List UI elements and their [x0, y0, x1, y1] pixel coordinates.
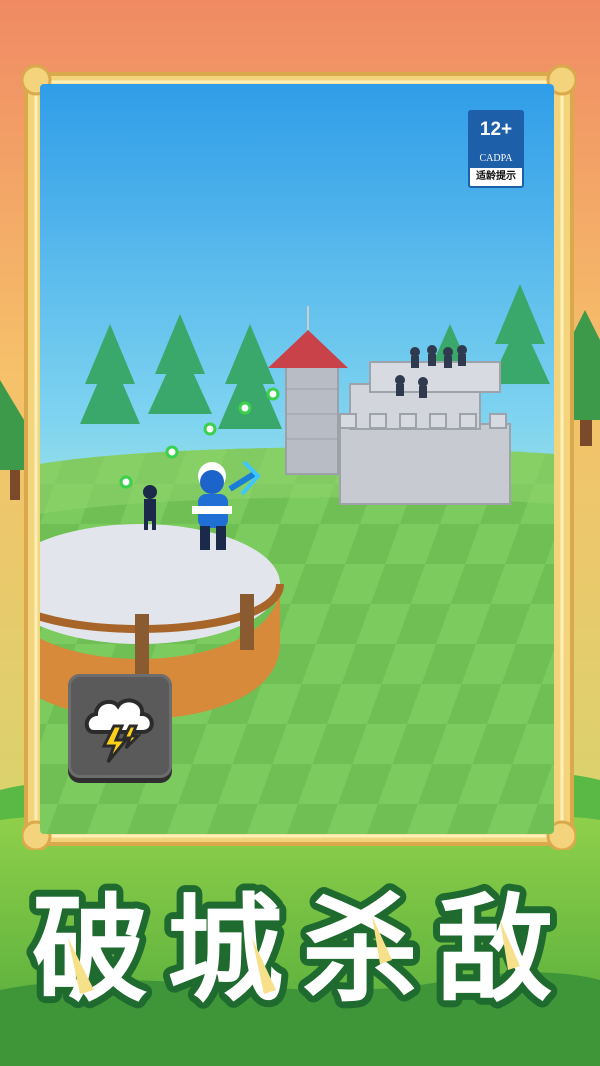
- title-char-3: 杀: [302, 883, 418, 1010]
- age-rating-org: CADPA: [470, 152, 522, 168]
- title-char-4: 敌: [437, 883, 553, 1010]
- age-rating-tip: 适龄提示: [476, 171, 516, 182]
- title-text: 破 城 杀 敌: [25, 880, 560, 1010]
- storm-skill-button[interactable]: [68, 674, 172, 778]
- title-banner: 破 城 杀 敌: [0, 880, 600, 1010]
- age-rating-badge: 12+ CADPA 适龄提示: [468, 110, 524, 188]
- age-rating-label: 12+: [470, 112, 522, 152]
- storm-lightning-icon: [84, 698, 154, 763]
